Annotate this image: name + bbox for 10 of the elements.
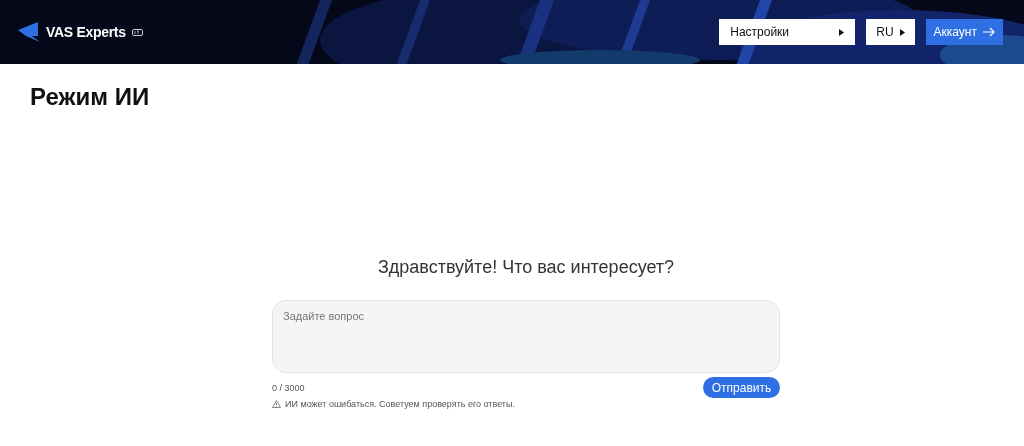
page-title: Режим ИИ — [30, 83, 150, 111]
character-counter: 0 / 3000 — [272, 382, 305, 393]
send-button[interactable]: Отправить — [703, 377, 780, 398]
settings-dropdown[interactable]: Настройки — [719, 19, 856, 45]
disclaimer-text: ИИ может ошибаться. Советуем проверять его ответы. — [285, 399, 515, 409]
greeting-text: Здравствуйте! Что вас интересует? — [377, 257, 675, 278]
logo-text: VAS Experts — [46, 24, 126, 40]
account-button[interactable]: Аккаунт — [925, 19, 1003, 45]
language-dropdown[interactable]: RU — [866, 19, 915, 45]
question-field[interactable]: Задайте вопрос — [272, 300, 780, 373]
